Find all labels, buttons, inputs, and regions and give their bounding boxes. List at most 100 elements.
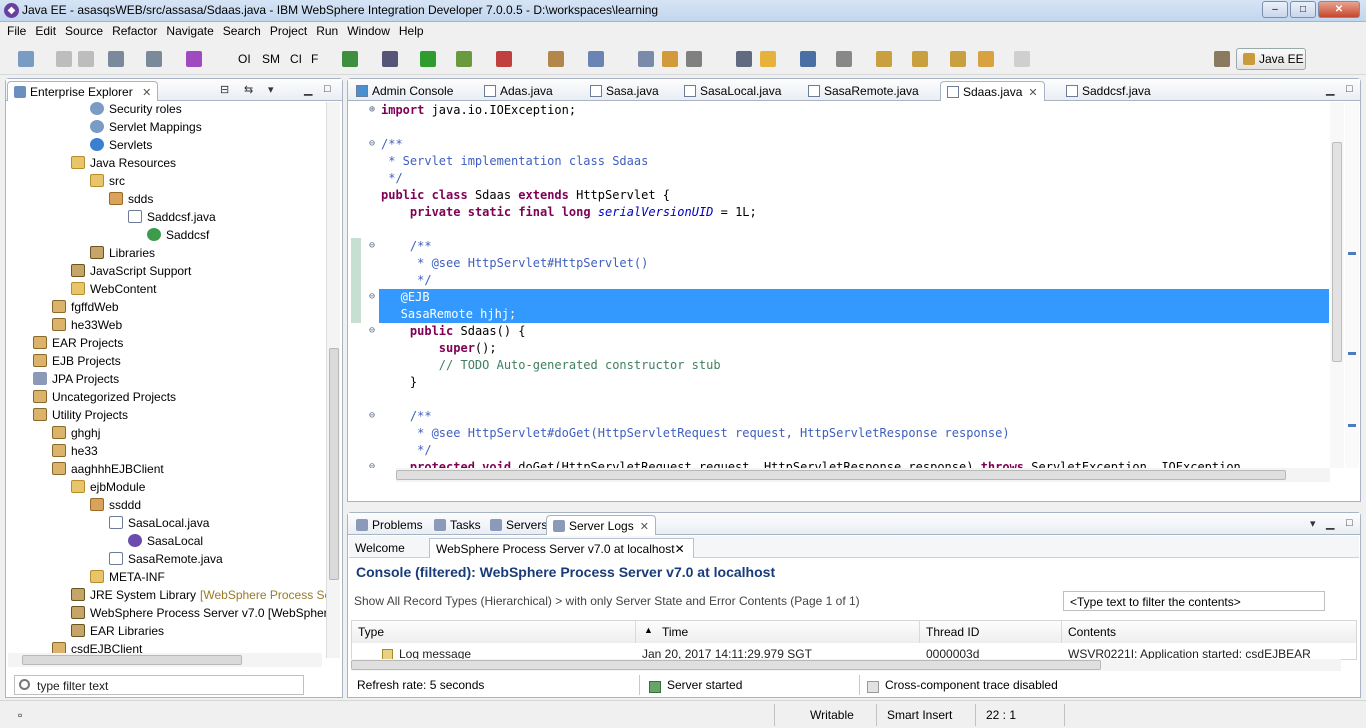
tree-item-ejb-projects[interactable]: EJB Projects [33, 354, 121, 372]
tab-sasa-java[interactable]: Sasa.java [584, 81, 665, 101]
print-icon[interactable] [78, 51, 94, 67]
tree-item-he33[interactable]: he33 [52, 444, 98, 462]
perspective-switcher[interactable]: Java EE [1236, 48, 1306, 70]
close-button[interactable]: ✕ [1318, 1, 1360, 18]
view-menu-icon[interactable]: ▾ [268, 83, 274, 96]
code-line[interactable]: @EJB [379, 289, 1329, 306]
menu-help[interactable]: Help [396, 22, 430, 42]
tree-item-libraries[interactable]: Libraries [90, 246, 155, 264]
menu-edit[interactable]: Edit [32, 22, 62, 42]
code-line[interactable]: SasaRemote hjhj; [379, 306, 1329, 323]
menu-navigate[interactable]: Navigate [163, 22, 219, 42]
code-line[interactable]: * Servlet implementation class Sdaas [381, 153, 648, 170]
column-header-time[interactable]: ▲ Time [636, 621, 920, 643]
tab-saddcsf-java[interactable]: Saddcsf.java [1060, 81, 1157, 101]
code-line[interactable]: public class Sdaas extends HttpServlet { [381, 187, 670, 204]
wizard-icon[interactable] [186, 51, 202, 67]
build-icon[interactable] [108, 51, 124, 67]
tree-item-fgffdweb[interactable]: fgffdWeb [52, 300, 119, 318]
open-type-icon[interactable] [638, 51, 654, 67]
code-line[interactable]: public Sdaas() { [381, 323, 526, 340]
toolbar-oi-button[interactable]: OI [238, 52, 251, 66]
code-line[interactable]: super(); [381, 340, 497, 357]
run-server-icon[interactable] [342, 51, 358, 67]
tree-item-ear-libraries[interactable]: EAR Libraries [71, 624, 164, 642]
subtab-welcome[interactable]: Welcome [349, 538, 413, 558]
tab-sasalocal-java[interactable]: SasaLocal.java [678, 81, 787, 101]
code-line[interactable]: } [381, 374, 417, 391]
maximize-icon[interactable]: □ [1346, 83, 1353, 95]
log-horizontal-scrollbar[interactable] [351, 659, 1341, 671]
maximize-icon[interactable]: □ [1346, 517, 1353, 529]
next-annotation-icon[interactable] [876, 51, 892, 67]
scroll-thumb[interactable] [396, 470, 1286, 480]
tab-adas-java[interactable]: Adas.java [478, 81, 559, 101]
tree-item-ejbmodule[interactable]: ejbModule [71, 480, 145, 498]
tree-item-utility-projects[interactable]: Utility Projects [33, 408, 128, 426]
code-line[interactable]: /** [381, 136, 403, 153]
tree-item-sasaremote-java[interactable]: SasaRemote.java [109, 552, 223, 570]
tree-item-jre-system-library[interactable]: JRE System Library[WebSphere Process Ser… [71, 588, 327, 606]
collapse-icon[interactable]: ⊖ [369, 410, 375, 421]
collapse-icon[interactable]: ⊖ [369, 138, 375, 149]
code-line[interactable]: */ [381, 442, 431, 459]
minimize-icon[interactable]: ▁ [1326, 517, 1334, 530]
close-icon[interactable]: ✕ [640, 521, 649, 533]
tab-problems[interactable]: Problems [350, 515, 429, 535]
filter-summary[interactable]: Show All Record Types (Hierarchical) > w… [354, 594, 860, 608]
editor-horizontal-scrollbar[interactable] [396, 468, 1330, 482]
tree-item-sasalocal-java[interactable]: SasaLocal.java [109, 516, 209, 534]
view-menu-icon[interactable]: ▾ [1310, 517, 1316, 530]
column-header-contents[interactable]: Contents [1062, 621, 1356, 643]
code-line[interactable]: // TODO Auto-generated constructor stub [381, 357, 721, 374]
menu-project[interactable]: Project [267, 22, 313, 42]
explorer-vertical-scrollbar[interactable] [326, 102, 340, 658]
maximize-icon[interactable]: □ [324, 83, 331, 95]
tab-server-logs[interactable]: Server Logs ✕ [546, 515, 656, 535]
minimize-icon[interactable]: ▁ [1326, 83, 1334, 96]
menu-run[interactable]: Run [313, 22, 344, 42]
toolbar-f-button[interactable]: F [311, 52, 318, 66]
toggle-mark-icon[interactable] [760, 51, 776, 67]
column-header-type[interactable]: Type [352, 621, 636, 643]
code-line[interactable]: /** [381, 408, 432, 425]
menu-file[interactable]: File [4, 22, 32, 42]
scroll-thumb[interactable] [1332, 142, 1342, 362]
tree-item-java-resources[interactable]: Java Resources [71, 156, 176, 174]
column-header-thread[interactable]: Thread ID [920, 621, 1062, 643]
tree-item-saddcsf-java[interactable]: Saddcsf.java [128, 210, 216, 228]
maximize-button[interactable]: □ [1290, 1, 1316, 18]
collapse-all-icon[interactable]: ⊟ [220, 83, 229, 96]
tree-item-ssddd[interactable]: ssddd [90, 498, 141, 516]
new-icon[interactable] [18, 51, 34, 67]
menu-search[interactable]: Search [220, 22, 267, 42]
tree-item-saddcsf[interactable]: Saddcsf [147, 228, 209, 246]
web-browser-icon[interactable] [800, 51, 816, 67]
tree-item-jpa-projects[interactable]: JPA Projects [33, 372, 119, 390]
tree-item-sdds[interactable]: sdds [109, 192, 153, 210]
menu-refactor[interactable]: Refactor [109, 22, 163, 42]
tree-item-servlets[interactable]: Servlets [90, 138, 152, 156]
tab-admin-console[interactable]: Admin Console [350, 81, 459, 101]
minimize-button[interactable]: – [1262, 1, 1288, 18]
code-line[interactable]: */ [381, 170, 402, 187]
debug-icon[interactable] [382, 51, 398, 67]
collapse-icon[interactable]: ⊖ [369, 240, 375, 251]
code-line[interactable]: /** [381, 238, 432, 255]
code-editor[interactable]: import java.io.IOException; ⊕ /** ⊖ * Servl… [349, 102, 1329, 468]
tree-item-webcontent[interactable]: WebContent [71, 282, 157, 300]
scroll-thumb[interactable] [351, 660, 1101, 670]
fast-view-icon[interactable]: ▫ [18, 708, 22, 722]
code-line[interactable]: * @see HttpServlet#doGet(HttpServletRequ… [381, 425, 1009, 442]
tab-sdaas-java[interactable]: Sdaas.java ✕ [940, 81, 1045, 101]
scroll-thumb[interactable] [329, 348, 339, 580]
collapse-icon[interactable]: ⊖ [369, 461, 375, 468]
open-task-icon[interactable] [662, 51, 678, 67]
minimize-icon[interactable]: ▁ [304, 83, 312, 96]
tree-item-aaghhhejbclient[interactable]: aaghhhEJBClient [52, 462, 164, 480]
toolbar-sm-button[interactable]: SM [262, 52, 280, 66]
explorer-horizontal-scrollbar[interactable] [8, 653, 322, 667]
tree-item-meta-inf[interactable]: META-INF [90, 570, 165, 588]
close-icon[interactable]: ✕ [1028, 87, 1037, 99]
tree-item-ear-projects[interactable]: EAR Projects [33, 336, 123, 354]
